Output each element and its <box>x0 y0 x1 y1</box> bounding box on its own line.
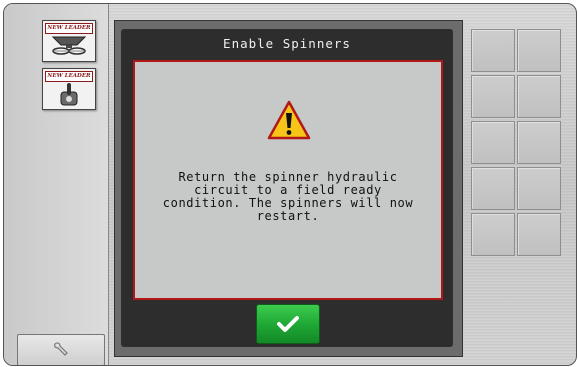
warning-triangle-icon <box>267 100 311 140</box>
toggle-switch-icon <box>60 83 78 106</box>
message-panel: Return the spinner hydraulic circuit to … <box>133 60 443 300</box>
empty-slot[interactable] <box>471 167 515 210</box>
confirm-button[interactable] <box>256 304 320 344</box>
brand-label: NEW LEADER <box>45 23 93 34</box>
empty-slot[interactable] <box>471 121 515 164</box>
dialog-title: Enable Spinners <box>223 36 351 51</box>
checkmark-icon <box>277 316 299 332</box>
dialog-message: Return the spinner hydraulic circuit to … <box>162 170 414 223</box>
empty-slot[interactable] <box>517 75 561 118</box>
app-icon-switch[interactable]: NEW LEADER <box>42 68 96 110</box>
app-icon-spreader[interactable]: NEW LEADER <box>42 20 96 62</box>
empty-slot[interactable] <box>517 121 561 164</box>
empty-slot[interactable] <box>471 29 515 72</box>
empty-slot[interactable] <box>517 213 561 256</box>
empty-slot[interactable] <box>471 75 515 118</box>
empty-slot[interactable] <box>471 213 515 256</box>
tools-button[interactable] <box>17 334 105 365</box>
brand-label: NEW LEADER <box>45 71 93 82</box>
empty-slot[interactable] <box>517 29 561 72</box>
enable-spinners-dialog: Enable Spinners Return the spinner hydra… <box>121 29 453 347</box>
left-app-panel: NEW LEADER NEW LEADER <box>4 4 109 365</box>
empty-slot[interactable] <box>517 167 561 210</box>
wrench-icon <box>54 342 68 356</box>
spreader-icon <box>51 36 87 55</box>
